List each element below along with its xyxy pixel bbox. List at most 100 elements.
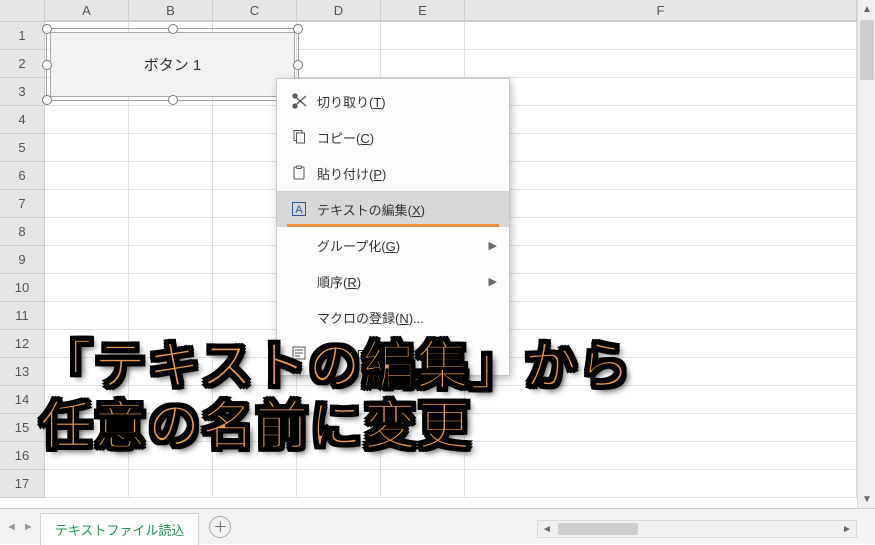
row-header[interactable]: 13 xyxy=(0,358,45,386)
cell[interactable] xyxy=(297,22,381,50)
context-menu-item[interactable]: 貼り付け(P) xyxy=(277,155,509,191)
cell[interactable] xyxy=(45,162,129,190)
context-menu-item[interactable]: マクロの登録(N)... xyxy=(277,299,509,335)
horizontal-scrollbar[interactable]: ◄ ► xyxy=(537,520,857,538)
cell[interactable] xyxy=(465,50,857,78)
cut-icon xyxy=(287,93,311,109)
cell[interactable] xyxy=(129,470,213,498)
context-menu-item[interactable]: グループ化(G)▶ xyxy=(277,227,509,263)
cell[interactable] xyxy=(465,78,857,106)
cell[interactable] xyxy=(129,274,213,302)
context-menu-label: マクロの登録(N)... xyxy=(311,308,497,327)
context-menu-item[interactable]: コピー(C) xyxy=(277,119,509,155)
vertical-scroll-thumb[interactable] xyxy=(860,20,874,80)
textedit-icon: A xyxy=(287,201,311,217)
cell[interactable] xyxy=(129,190,213,218)
context-menu-label: テキストの編集(X) xyxy=(311,200,497,219)
cell[interactable] xyxy=(45,190,129,218)
row-header[interactable]: 10 xyxy=(0,274,45,302)
cell[interactable] xyxy=(45,302,129,330)
scroll-down-arrow[interactable]: ▼ xyxy=(858,490,875,508)
row-header[interactable]: 3 xyxy=(0,78,45,106)
cell[interactable] xyxy=(465,218,857,246)
cell[interactable] xyxy=(129,218,213,246)
sheet-nav-next-icon[interactable]: ► xyxy=(23,521,34,533)
context-menu-item[interactable]: 順序(R)▶ xyxy=(277,263,509,299)
cell[interactable] xyxy=(297,50,381,78)
annotation-text: 「テキストの編集」から 任意の名前に変更 xyxy=(40,338,632,458)
cell[interactable] xyxy=(465,302,857,330)
row-header[interactable]: 1 xyxy=(0,22,45,50)
row-headers: 1234567891011121314151617 xyxy=(0,22,45,498)
cell[interactable] xyxy=(465,470,857,498)
row-header[interactable]: 4 xyxy=(0,106,45,134)
context-menu-label: 順序(R) xyxy=(311,272,489,291)
cell[interactable] xyxy=(381,50,465,78)
cell[interactable] xyxy=(45,134,129,162)
cell[interactable] xyxy=(45,106,129,134)
column-header[interactable]: E xyxy=(381,0,465,21)
horizontal-scroll-track[interactable] xyxy=(556,521,838,537)
context-menu: 切り取り(T)コピー(C)貼り付け(P)Aテキストの編集(X)グループ化(G)▶… xyxy=(276,78,510,376)
paste-icon xyxy=(287,165,311,181)
row-header[interactable]: 9 xyxy=(0,246,45,274)
row-header[interactable]: 7 xyxy=(0,190,45,218)
cell[interactable] xyxy=(465,246,857,274)
cell[interactable] xyxy=(45,274,129,302)
column-header[interactable]: A xyxy=(45,0,129,21)
cell[interactable] xyxy=(465,190,857,218)
sheet-nav-prev-icon[interactable]: ◄ xyxy=(6,521,17,533)
row-header[interactable]: 11 xyxy=(0,302,45,330)
row-header[interactable]: 2 xyxy=(0,50,45,78)
cell[interactable] xyxy=(45,470,129,498)
scroll-up-arrow[interactable]: ▲ xyxy=(858,0,875,18)
vertical-scrollbar[interactable]: ▲ ▼ xyxy=(857,0,875,508)
column-header[interactable]: D xyxy=(297,0,381,21)
cell[interactable] xyxy=(465,106,857,134)
context-menu-item[interactable]: 切り取り(T) xyxy=(277,83,509,119)
cell[interactable] xyxy=(45,218,129,246)
row-header[interactable]: 12 xyxy=(0,330,45,358)
column-header[interactable]: C xyxy=(213,0,297,21)
context-menu-label: コピー(C) xyxy=(311,128,497,147)
cell[interactable] xyxy=(465,162,857,190)
row-header[interactable]: 5 xyxy=(0,134,45,162)
context-menu-label: グループ化(G) xyxy=(311,236,489,255)
scroll-left-arrow[interactable]: ◄ xyxy=(538,521,556,537)
cell[interactable] xyxy=(129,162,213,190)
column-header[interactable]: F xyxy=(465,0,857,21)
cell[interactable] xyxy=(381,22,465,50)
row-header[interactable]: 8 xyxy=(0,218,45,246)
column-header[interactable]: B xyxy=(129,0,213,21)
cell[interactable] xyxy=(129,134,213,162)
add-sheet-button[interactable]: ＋ xyxy=(209,516,231,538)
horizontal-scroll-thumb[interactable] xyxy=(558,523,638,535)
cell[interactable] xyxy=(381,470,465,498)
cell[interactable] xyxy=(129,246,213,274)
sheet-tab-active[interactable]: テキストファイル読込 xyxy=(40,513,200,545)
row-header[interactable]: 6 xyxy=(0,162,45,190)
column-headers: ABCDEF xyxy=(0,0,857,22)
row-header[interactable]: 15 xyxy=(0,414,45,442)
context-menu-label: 貼り付け(P) xyxy=(311,164,497,183)
cell[interactable] xyxy=(465,274,857,302)
context-menu-item[interactable]: Aテキストの編集(X) xyxy=(277,191,509,227)
cell[interactable] xyxy=(297,470,381,498)
cell[interactable] xyxy=(465,134,857,162)
cell[interactable] xyxy=(45,246,129,274)
row-header[interactable]: 14 xyxy=(0,386,45,414)
sheet-tab-bar: ◄ ► テキストファイル読込 ＋ ◄ ► xyxy=(0,508,875,544)
scroll-right-arrow[interactable]: ► xyxy=(838,521,856,537)
row-header[interactable]: 16 xyxy=(0,442,45,470)
form-button[interactable]: ボタン 1 xyxy=(50,32,295,97)
cell[interactable] xyxy=(129,302,213,330)
row-header[interactable]: 17 xyxy=(0,470,45,498)
select-all-corner[interactable] xyxy=(0,0,45,22)
chevron-right-icon: ▶ xyxy=(489,275,497,288)
cell[interactable] xyxy=(465,22,857,50)
chevron-right-icon: ▶ xyxy=(489,239,497,252)
context-menu-label: 切り取り(T) xyxy=(311,92,497,111)
cell[interactable] xyxy=(213,470,297,498)
cell[interactable] xyxy=(129,106,213,134)
sheet-nav[interactable]: ◄ ► xyxy=(0,521,40,533)
